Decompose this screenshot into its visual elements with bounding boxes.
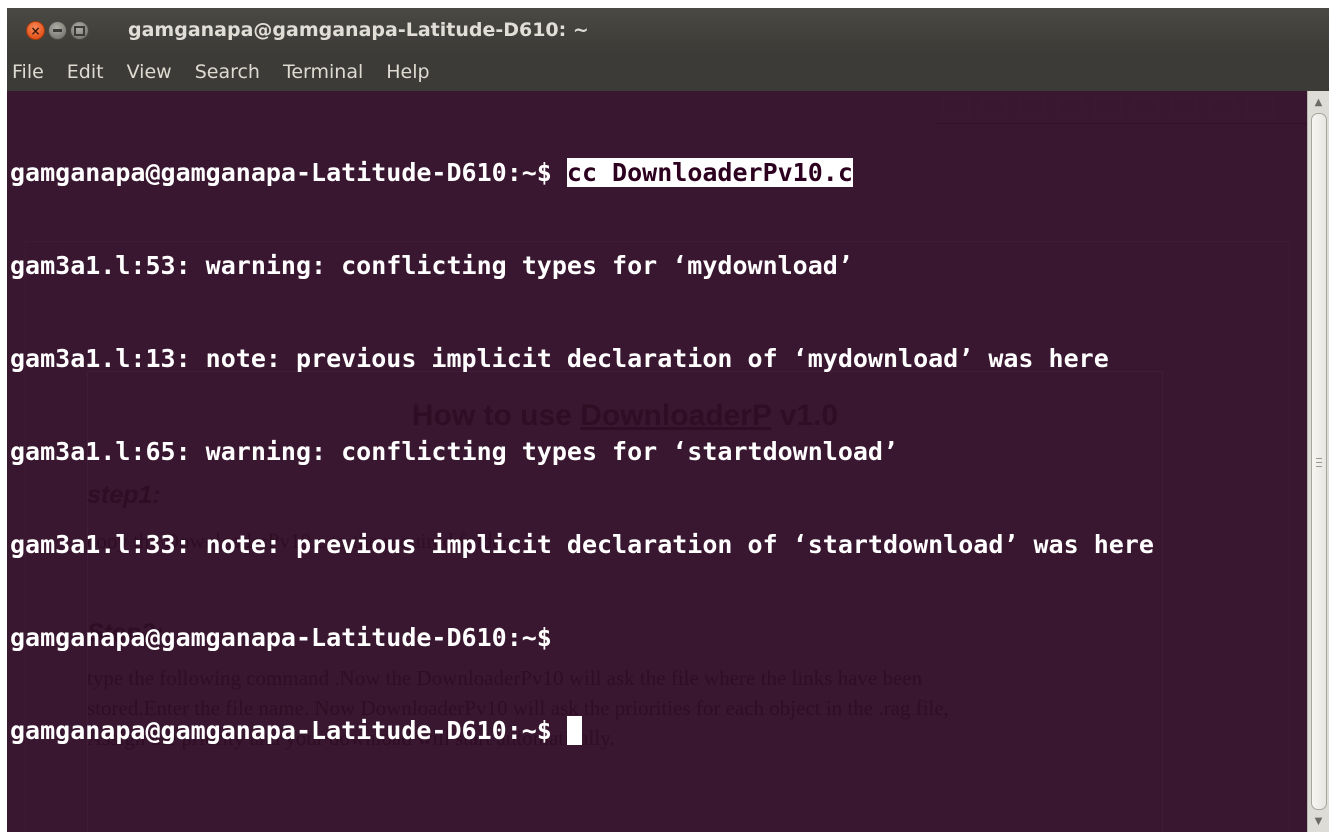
terminal-window: × gamganapa@gamganapa-Latitude-D610: ~ F… <box>7 8 1329 832</box>
grip-icon <box>1316 458 1322 467</box>
close-icon[interactable]: × <box>26 21 45 40</box>
active-prompt-line: gamganapa@gamganapa-Latitude-D610:~$ <box>10 715 1154 746</box>
text-cursor <box>566 716 582 745</box>
minimize-icon[interactable] <box>48 21 67 40</box>
prompt: gamganapa@gamganapa-Latitude-D610:~$ <box>10 158 567 187</box>
window-title: gamganapa@gamganapa-Latitude-D610: ~ <box>128 19 589 41</box>
output-line: gam3a1.l:13: note: previous implicit dec… <box>10 344 1109 373</box>
terminal-output: gamganapa@gamganapa-Latitude-D610:~$ cc … <box>10 95 1154 808</box>
menu-bar: File Edit View Search Terminal Help <box>7 53 1329 91</box>
menu-help[interactable]: Help <box>386 61 429 83</box>
maximize-icon[interactable] <box>70 21 89 40</box>
scrollbar-thumb[interactable] <box>1311 113 1327 810</box>
menu-file[interactable]: File <box>12 61 44 83</box>
output-line: gam3a1.l:65: warning: conflicting types … <box>10 437 899 466</box>
output-line: gam3a1.l:33: note: previous implicit dec… <box>10 530 1154 559</box>
menu-terminal[interactable]: Terminal <box>283 61 363 83</box>
selected-command[interactable]: cc DownloaderPv10.c <box>566 158 853 187</box>
prompt-line: gamganapa@gamganapa-Latitude-D610:~$ <box>10 623 552 652</box>
command-line: gamganapa@gamganapa-Latitude-D610:~$ cc … <box>10 157 1154 188</box>
menu-edit[interactable]: Edit <box>67 61 104 83</box>
output-line: gam3a1.l:53: warning: conflicting types … <box>10 251 853 280</box>
menu-search[interactable]: Search <box>195 61 260 83</box>
scroll-down-icon[interactable]: ▼ <box>1308 812 1329 830</box>
scroll-up-icon[interactable]: ▲ <box>1308 93 1329 111</box>
menu-view[interactable]: View <box>127 61 172 83</box>
title-bar[interactable]: × gamganapa@gamganapa-Latitude-D610: ~ <box>7 8 1329 53</box>
vertical-scrollbar[interactable]: ▲ ▼ <box>1307 91 1329 832</box>
prompt: gamganapa@gamganapa-Latitude-D610:~$ <box>10 716 567 745</box>
terminal-area[interactable]: How to use DownloaderP v1.0 step1: copy … <box>7 91 1307 832</box>
